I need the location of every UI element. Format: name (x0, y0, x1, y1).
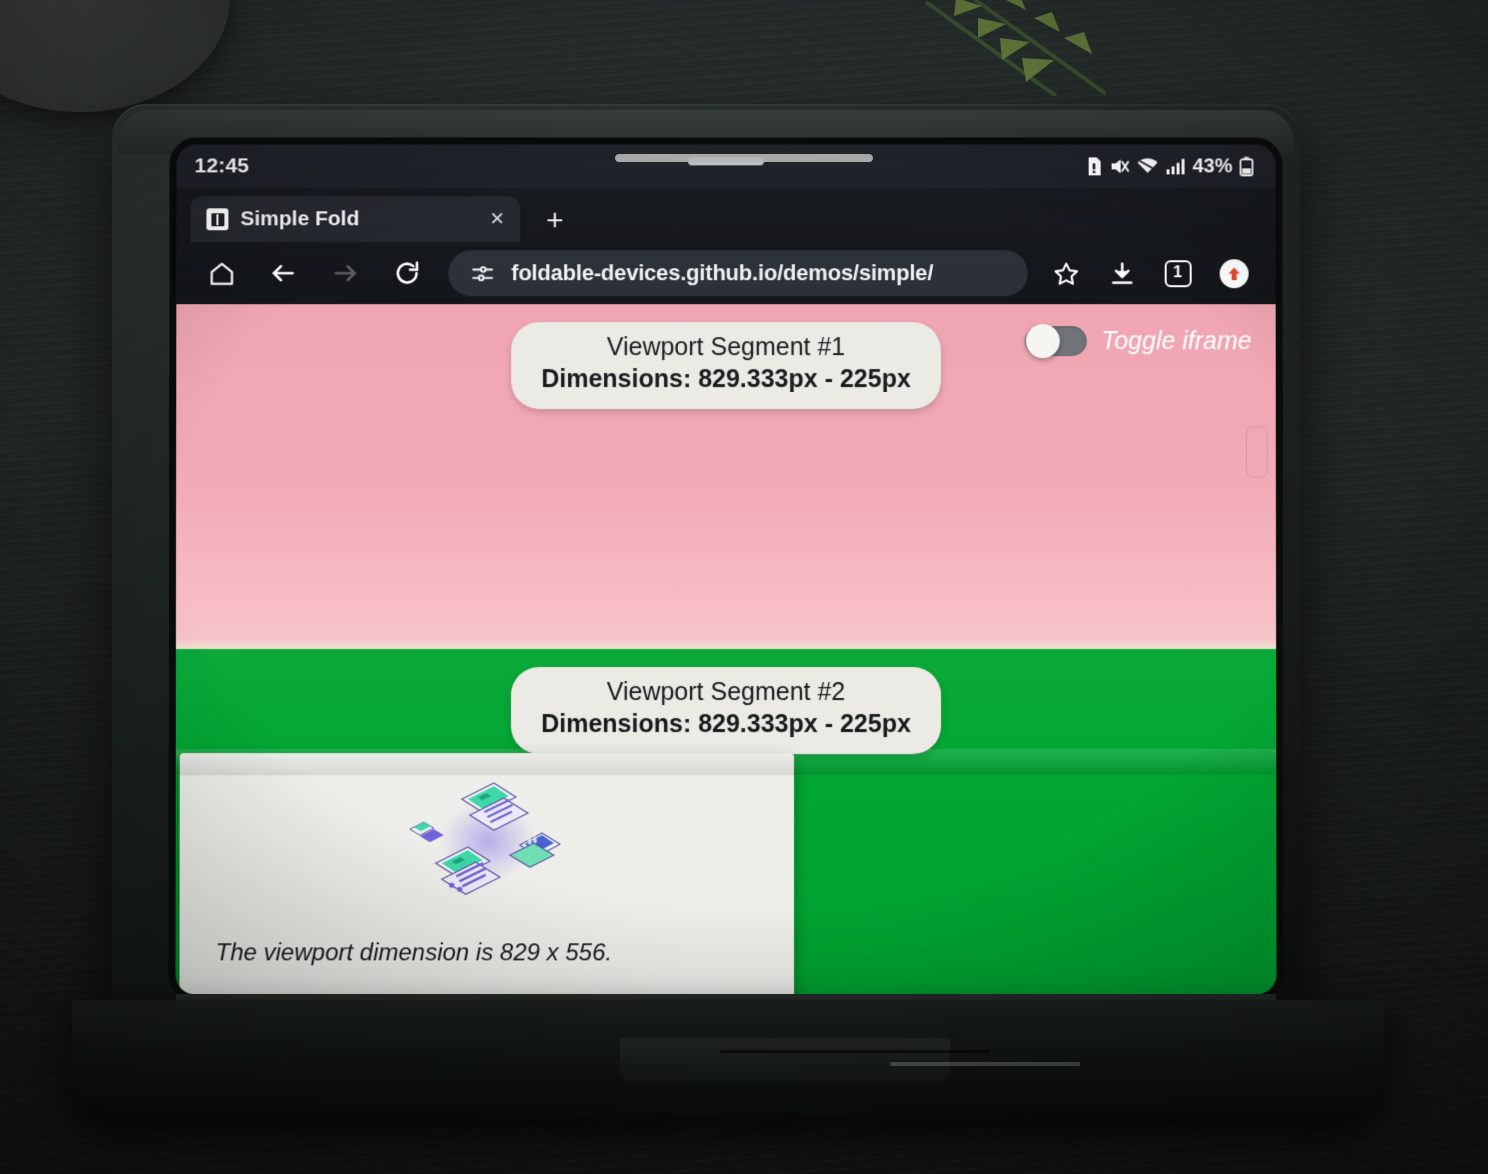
device-screen: 12:45 43% Simple Fold × + foldable-devic… (175, 144, 1277, 995)
sim-alert-icon (1088, 157, 1101, 176)
back-arrow-icon[interactable] (252, 249, 314, 297)
browser-toolbar: foldable-devices.github.io/demos/simple/… (176, 242, 1276, 305)
device-hinge-notch (620, 1038, 950, 1084)
favicon-icon (206, 208, 229, 231)
photo-scene: 12:45 43% Simple Fold × + foldable-devic… (0, 0, 1488, 1174)
cellular-signal-icon (1166, 158, 1185, 175)
home-icon[interactable] (190, 249, 252, 297)
web-page-content: Viewport Segment #1 Dimensions: 829.333p… (175, 304, 1277, 995)
segment-1-title: Viewport Segment #1 (606, 333, 846, 362)
toggle-knob (1026, 324, 1061, 359)
new-tab-icon[interactable]: + (546, 204, 564, 242)
background-round-object (0, 0, 230, 112)
url-text: foldable-devices.github.io/demos/simple/ (511, 260, 934, 286)
rail-seam-shadow (720, 1050, 990, 1053)
rail-seam-highlight (890, 1062, 1080, 1066)
reload-icon[interactable] (376, 249, 438, 297)
tab-counter[interactable]: 1 (1150, 249, 1206, 297)
status-icons: 43% (1087, 155, 1254, 178)
wifi-icon (1137, 157, 1159, 175)
segment-1-info-pill: Viewport Segment #1 Dimensions: 829.333p… (511, 322, 941, 409)
status-clock: 12:45 (194, 154, 250, 178)
tab-title: Simple Fold (240, 207, 360, 231)
viewport-segment-1: Viewport Segment #1 Dimensions: 829.333p… (175, 304, 1277, 650)
profile-icon[interactable] (1206, 249, 1262, 297)
battery-icon (1239, 156, 1253, 176)
mute-icon (1111, 156, 1130, 176)
segment-1-dimensions: Dimensions: 829.333px - 225px (541, 365, 911, 394)
browser-tab[interactable]: Simple Fold × (190, 196, 521, 243)
segment-2-info-pill: Viewport Segment #2 Dimensions: 829.333p… (511, 667, 941, 754)
toggle-iframe-switch[interactable] (1025, 324, 1088, 359)
background-fern-plant (924, 0, 1106, 96)
page-settings-icon[interactable] (470, 261, 495, 286)
close-icon[interactable]: × (488, 205, 506, 232)
download-icon[interactable] (1094, 249, 1150, 297)
browser-tab-strip: Simple Fold × + (176, 188, 1276, 243)
iframe-card: The viewport dimension is 829 x 556. The… (179, 753, 795, 995)
forward-arrow-icon[interactable] (314, 249, 376, 297)
viewport-dimension-text: The viewport dimension is 829 x 556. (215, 939, 613, 967)
android-status-bar: 12:45 43% (176, 144, 1276, 189)
star-icon[interactable] (1038, 249, 1094, 297)
toggle-iframe-control[interactable]: Toggle iframe (1025, 324, 1252, 359)
tab-count-label: 1 (1164, 259, 1192, 287)
home-indicator[interactable] (615, 154, 873, 162)
toggle-iframe-label: Toggle iframe (1101, 326, 1252, 355)
segment-2-dimensions: Dimensions: 829.333px - 225px (541, 710, 911, 739)
foldable-laptops-illustration (408, 782, 561, 895)
address-bar[interactable]: foldable-devices.github.io/demos/simple/ (448, 250, 1028, 297)
battery-percent-label: 43% (1192, 154, 1233, 177)
viewport-segment-2: Viewport Segment #2 Dimensions: 829.333p… (175, 649, 1277, 995)
segment-2-title: Viewport Segment #2 (606, 678, 846, 707)
